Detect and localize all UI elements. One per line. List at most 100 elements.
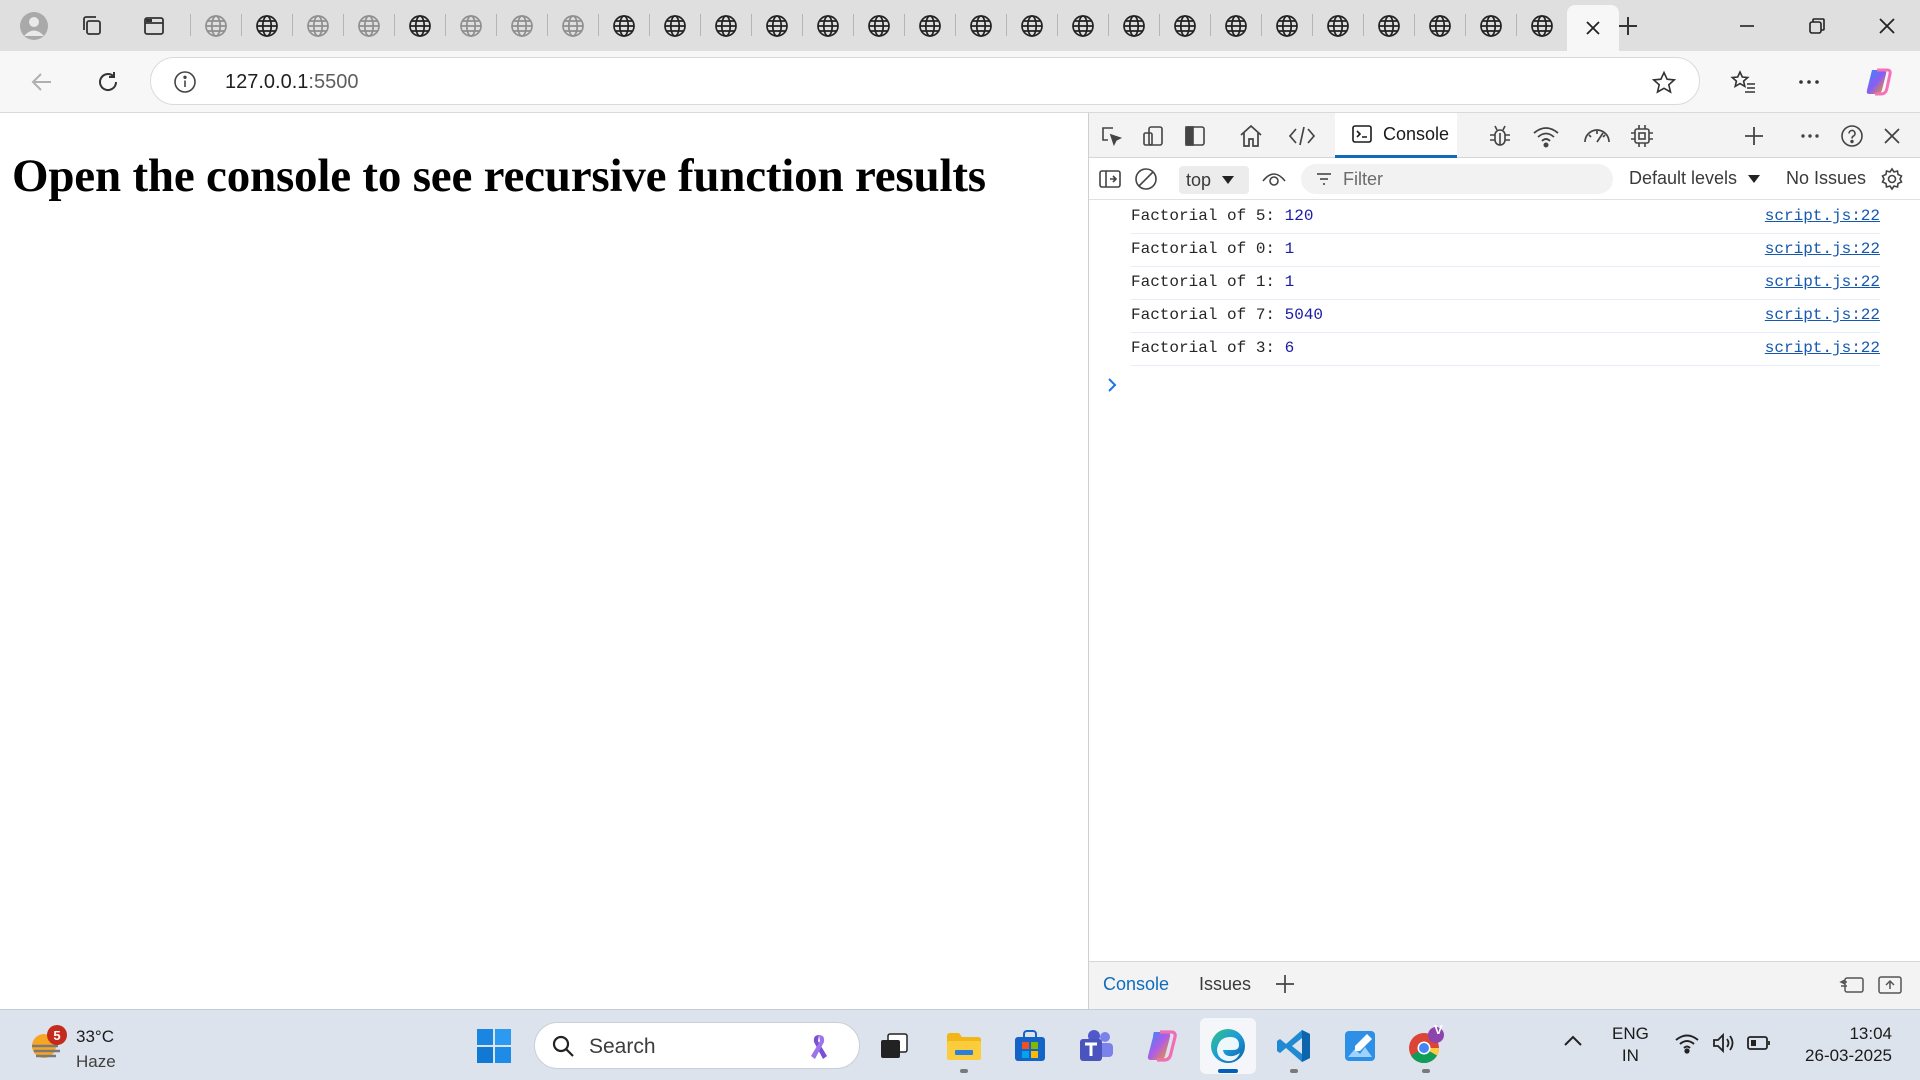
welcome-home-icon[interactable] <box>1230 113 1272 158</box>
browser-tab[interactable] <box>1465 0 1516 51</box>
inspect-element-icon[interactable] <box>1090 113 1132 158</box>
page-heading: Open the console to see recursive functi… <box>12 150 986 202</box>
profile-avatar-icon[interactable] <box>8 0 60 51</box>
copilot-app-icon <box>1147 1030 1177 1062</box>
back-button[interactable] <box>19 59 65 105</box>
browser-tab[interactable] <box>1312 0 1363 51</box>
elements-tab-icon[interactable] <box>1281 113 1323 158</box>
log-source-link[interactable]: script.js:22 <box>1765 240 1880 258</box>
drawer-collapse-icon[interactable] <box>1877 974 1903 996</box>
issues-count[interactable]: No Issues <box>1786 168 1866 189</box>
browser-tab[interactable] <box>1210 0 1261 51</box>
browser-tab[interactable] <box>598 0 649 51</box>
drawer-add-tab-icon[interactable] <box>1275 974 1295 994</box>
active-indicator <box>1218 1069 1238 1073</box>
tray-battery-icon[interactable] <box>1746 1034 1772 1052</box>
browser-tab[interactable] <box>649 0 700 51</box>
console-prompt-chevron-icon[interactable] <box>1105 377 1119 393</box>
browser-tab[interactable] <box>292 0 343 51</box>
sources-bug-icon[interactable] <box>1479 113 1521 158</box>
drawer-tab-console[interactable]: Console <box>1103 974 1169 995</box>
taskbar-microsoft-store[interactable] <box>1002 1018 1058 1074</box>
live-expression-eye-icon[interactable] <box>1253 158 1295 200</box>
browser-tab[interactable] <box>1414 0 1465 51</box>
browser-tab[interactable] <box>700 0 751 51</box>
context-selector[interactable]: top <box>1179 166 1249 194</box>
console-log-row: Factorial of 1: 1 script.js:22 <box>1131 267 1880 300</box>
weather-widget[interactable]: 5 33°C Haze <box>26 1018 136 1074</box>
vertical-tabs-icon[interactable] <box>128 0 180 51</box>
address-bar[interactable]: 127.0.0.1:5500 <box>150 57 1700 105</box>
browser-tab[interactable] <box>394 0 445 51</box>
log-source-link[interactable]: script.js:22 <box>1765 306 1880 324</box>
close-tab-icon[interactable] <box>1585 20 1601 36</box>
browser-tab[interactable] <box>1159 0 1210 51</box>
drawer-dock-icon[interactable] <box>1839 974 1865 996</box>
browser-tab[interactable] <box>1516 0 1567 51</box>
drawer-tab-issues[interactable]: Issues <box>1199 974 1251 995</box>
taskbar-vscode[interactable] <box>1266 1018 1322 1074</box>
browser-tab[interactable] <box>1108 0 1159 51</box>
favorites-icon[interactable] <box>1720 59 1766 105</box>
refresh-button[interactable] <box>85 59 131 105</box>
input-language-indicator[interactable]: ENG IN <box>1612 1023 1649 1067</box>
browser-tab[interactable] <box>1057 0 1108 51</box>
log-source-link[interactable]: script.js:22 <box>1765 339 1880 357</box>
tray-wifi-icon[interactable] <box>1674 1032 1700 1054</box>
browser-tab[interactable] <box>751 0 802 51</box>
browser-tab[interactable] <box>802 0 853 51</box>
system-clock[interactable]: 13:04 26-03-2025 <box>1786 1023 1892 1067</box>
site-globe-icon <box>1071 14 1095 38</box>
browser-tab[interactable] <box>904 0 955 51</box>
console-filter-input[interactable]: Filter <box>1301 164 1613 194</box>
log-source-link[interactable]: script.js:22 <box>1765 207 1880 225</box>
browser-tab[interactable] <box>241 0 292 51</box>
taskbar-search-box[interactable]: Search <box>534 1022 860 1069</box>
browser-tab[interactable] <box>955 0 1006 51</box>
taskbar-chrome[interactable]: V <box>1398 1018 1454 1074</box>
tray-volume-icon[interactable] <box>1711 1032 1737 1054</box>
browser-tab[interactable] <box>190 0 241 51</box>
tab-console[interactable]: Console <box>1335 113 1457 158</box>
minimize-button[interactable] <box>1712 0 1782 51</box>
more-tools-plus-icon[interactable] <box>1733 113 1775 158</box>
log-levels-dropdown[interactable]: Default levels <box>1629 168 1761 189</box>
copilot-icon[interactable] <box>1856 59 1902 105</box>
start-button[interactable] <box>466 1018 522 1074</box>
task-view-button[interactable] <box>866 1018 922 1074</box>
performance-gauge-icon[interactable] <box>1576 113 1618 158</box>
browser-tab[interactable] <box>853 0 904 51</box>
browser-tab[interactable] <box>547 0 598 51</box>
clear-console-icon[interactable] <box>1125 158 1167 200</box>
browser-tab[interactable] <box>1261 0 1312 51</box>
devtools-more-icon[interactable] <box>1789 113 1831 158</box>
url-text[interactable]: 127.0.0.1:5500 <box>225 71 358 94</box>
memory-chip-icon[interactable] <box>1621 113 1663 158</box>
browser-tab[interactable] <box>1006 0 1057 51</box>
browser-tab[interactable] <box>343 0 394 51</box>
site-info-icon[interactable] <box>173 70 197 94</box>
taskbar-copilot[interactable] <box>1134 1018 1190 1074</box>
workspaces-icon[interactable] <box>66 0 118 51</box>
new-tab-button[interactable] <box>1602 0 1654 51</box>
log-source-link[interactable]: script.js:22 <box>1765 273 1880 291</box>
taskbar-paint[interactable] <box>1332 1018 1388 1074</box>
network-wifi-icon[interactable] <box>1525 113 1567 158</box>
close-devtools-icon[interactable] <box>1871 113 1913 158</box>
close-window-button[interactable] <box>1852 0 1920 51</box>
more-options-icon[interactable] <box>1786 59 1832 105</box>
browser-tab[interactable] <box>1363 0 1414 51</box>
dock-side-icon[interactable] <box>1174 113 1216 158</box>
taskbar-edge[interactable] <box>1200 1018 1256 1074</box>
restore-button[interactable] <box>1782 0 1852 51</box>
browser-tab[interactable] <box>496 0 547 51</box>
help-icon[interactable] <box>1831 113 1873 158</box>
taskbar-file-explorer[interactable] <box>936 1018 992 1074</box>
chrome-profile-letter: V <box>1434 1022 1443 1037</box>
taskbar-teams[interactable] <box>1068 1018 1124 1074</box>
device-emulation-icon[interactable] <box>1132 113 1174 158</box>
browser-tab[interactable] <box>445 0 496 51</box>
favorite-star-icon[interactable] <box>1651 70 1677 96</box>
console-settings-gear-icon[interactable] <box>1871 158 1913 200</box>
show-hidden-icons-chevron-icon[interactable] <box>1562 1034 1584 1048</box>
